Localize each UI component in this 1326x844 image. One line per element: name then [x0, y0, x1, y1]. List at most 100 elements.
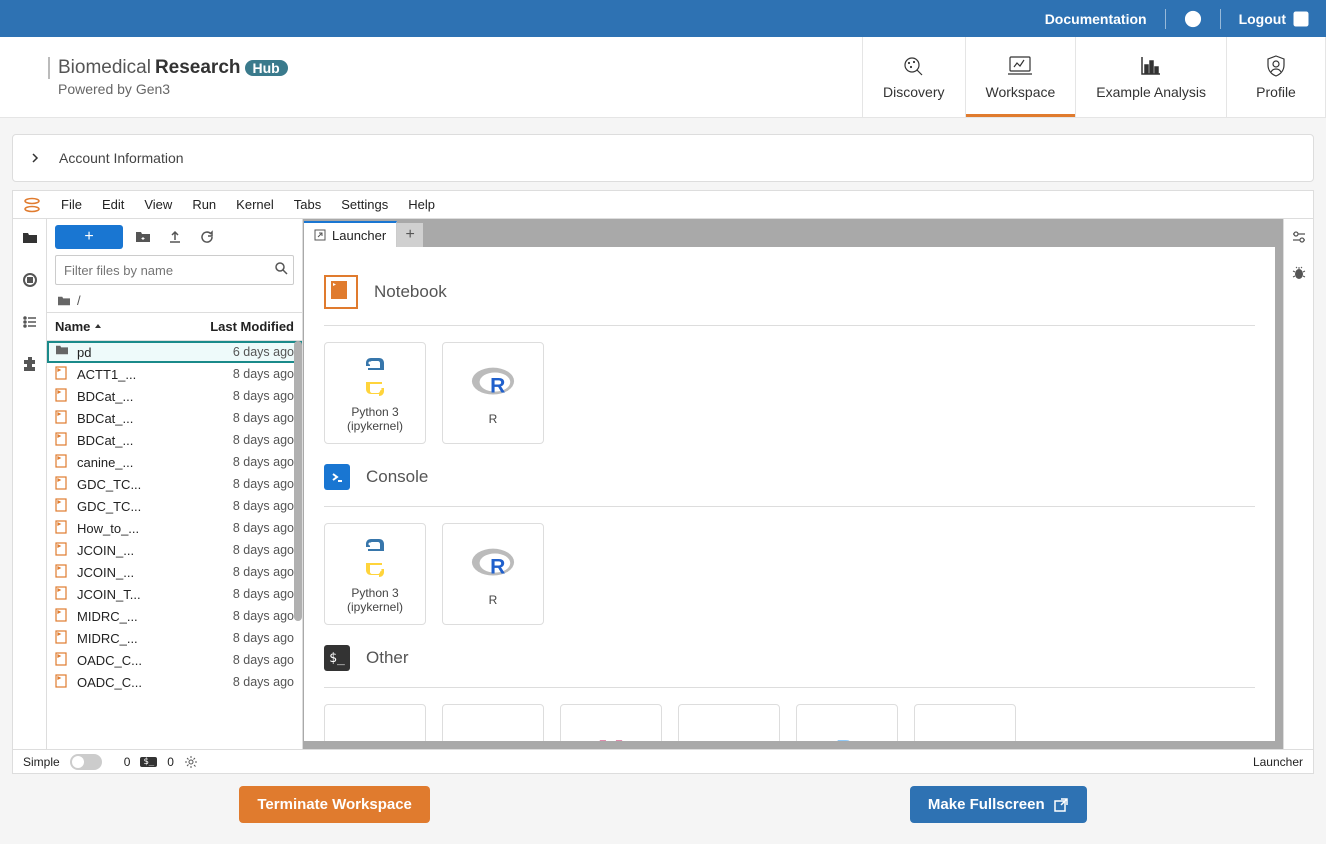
file-row[interactable]: pd6 days ago	[47, 341, 302, 363]
jupyter-menubar: File Edit View Run Kernel Tabs Settings …	[13, 191, 1313, 219]
launcher-card-other-6[interactable]	[914, 704, 1016, 741]
account-info-toggle[interactable]: Account Information	[12, 134, 1314, 182]
logout-link[interactable]: Logout	[1239, 10, 1310, 28]
file-name: GDC_TC...	[77, 477, 199, 492]
new-launcher-button[interactable]: +	[55, 225, 123, 249]
file-row[interactable]: OADC_C...8 days ago	[47, 671, 302, 693]
file-modified: 8 days ago	[199, 565, 294, 579]
file-row[interactable]: BDCat_...8 days ago	[47, 385, 302, 407]
menu-edit[interactable]: Edit	[92, 197, 134, 212]
notebook-file-icon	[55, 410, 71, 426]
property-inspector-icon[interactable]	[1291, 229, 1307, 245]
launcher-card-python-notebook[interactable]: Python 3 (ipykernel)	[324, 342, 426, 444]
tab-launcher[interactable]: Launcher	[304, 221, 397, 247]
file-row[interactable]: ACTT1_...8 days ago	[47, 363, 302, 385]
search-icon	[274, 261, 288, 275]
laptop-analytics-icon	[1006, 54, 1034, 78]
launcher-heading-label: Notebook	[374, 282, 447, 302]
file-row[interactable]: JCOIN_...8 days ago	[47, 539, 302, 561]
launcher-card-r-notebook[interactable]: R R	[442, 342, 544, 444]
terminate-workspace-button[interactable]: Terminate Workspace	[239, 786, 430, 823]
terminal-icon: $_	[324, 645, 350, 671]
upload-button[interactable]	[163, 225, 187, 249]
menu-run[interactable]: Run	[182, 197, 226, 212]
card-label: R	[489, 593, 498, 607]
bar-chart-icon	[1139, 54, 1163, 78]
col-modified-header[interactable]: Last Modified	[192, 313, 302, 340]
notebook-file-icon	[55, 520, 71, 536]
menu-file[interactable]: File	[51, 197, 92, 212]
file-row[interactable]: GDC_TC...8 days ago	[47, 495, 302, 517]
console-icon	[324, 464, 350, 490]
make-fullscreen-button[interactable]: Make Fullscreen	[910, 786, 1087, 823]
folder-icon[interactable]	[21, 229, 39, 247]
launcher-card-other-3[interactable]: M	[560, 704, 662, 741]
file-modified: 8 days ago	[199, 367, 294, 381]
user-icon[interactable]	[1184, 10, 1202, 28]
notebook-file-icon	[55, 388, 71, 404]
file-row[interactable]: MIDRC_...8 days ago	[47, 627, 302, 649]
file-name: OADC_C...	[77, 675, 199, 690]
menu-tabs[interactable]: Tabs	[284, 197, 331, 212]
fullscreen-label: Make Fullscreen	[928, 796, 1045, 813]
breadcrumb-root: /	[77, 293, 81, 308]
simple-toggle[interactable]	[70, 754, 102, 770]
toc-icon[interactable]	[21, 313, 39, 331]
menu-help[interactable]: Help	[398, 197, 445, 212]
notebook-file-icon	[55, 630, 71, 646]
notebook-icon	[324, 275, 358, 309]
file-row[interactable]: BDCat_...8 days ago	[47, 429, 302, 451]
extension-icon[interactable]	[21, 355, 39, 373]
file-modified: 8 days ago	[199, 543, 294, 557]
file-row[interactable]: canine_...8 days ago	[47, 451, 302, 473]
launcher-card-other-4[interactable]	[678, 704, 780, 741]
menu-settings[interactable]: Settings	[331, 197, 398, 212]
file-name: MIDRC_...	[77, 631, 199, 646]
add-tab-button[interactable]: +	[397, 223, 423, 247]
documentation-link[interactable]: Documentation	[1045, 11, 1147, 27]
nav-example-analysis[interactable]: Example Analysis	[1075, 37, 1226, 117]
menu-kernel[interactable]: Kernel	[226, 197, 284, 212]
chevron-right-icon	[29, 152, 41, 164]
svg-text:R: R	[490, 555, 505, 578]
file-modified: 8 days ago	[199, 411, 294, 425]
file-row[interactable]: MIDRC_...8 days ago	[47, 605, 302, 627]
nav-discovery[interactable]: Discovery	[862, 37, 964, 117]
new-folder-button[interactable]	[131, 225, 155, 249]
file-name: BDCat_...	[77, 389, 199, 404]
file-row[interactable]: JCOIN_T...8 days ago	[47, 583, 302, 605]
launcher-card-python-console[interactable]: Python 3 (ipykernel)	[324, 523, 426, 625]
file-row[interactable]: JCOIN_...8 days ago	[47, 561, 302, 583]
running-icon[interactable]	[21, 271, 39, 289]
debugger-icon[interactable]	[1291, 265, 1307, 281]
file-row[interactable]: BDCat_...8 days ago	[47, 407, 302, 429]
launcher-heading-label: Console	[366, 467, 428, 487]
python-icon	[352, 534, 398, 580]
bottom-buttons: Terminate Workspace Make Fullscreen	[12, 774, 1314, 835]
launcher-card-other-2[interactable]	[442, 704, 544, 741]
menu-view[interactable]: View	[134, 197, 182, 212]
blue-shape-icon	[706, 729, 752, 741]
file-row[interactable]: How_to_...8 days ago	[47, 517, 302, 539]
external-link-icon	[1053, 797, 1069, 813]
top-bar: Documentation Logout	[0, 0, 1326, 37]
filter-input[interactable]	[55, 255, 294, 285]
notebook-file-icon	[55, 454, 71, 470]
launcher-card-other-5[interactable]: D	[796, 704, 898, 741]
launcher-card-r-console[interactable]: R R	[442, 523, 544, 625]
scrollbar[interactable]	[294, 341, 302, 621]
settings-status-icon[interactable]	[184, 755, 198, 769]
file-row[interactable]: OADC_C...8 days ago	[47, 649, 302, 671]
file-name: BDCat_...	[77, 433, 199, 448]
launcher-card-other-1[interactable]	[324, 704, 426, 741]
file-name: pd	[77, 345, 199, 360]
col-name-header[interactable]: Name	[47, 313, 192, 340]
file-name: canine_...	[77, 455, 199, 470]
nav-workspace[interactable]: Workspace	[965, 37, 1076, 117]
file-row[interactable]: GDC_TC...8 days ago	[47, 473, 302, 495]
launch-icon	[314, 229, 326, 241]
breadcrumb[interactable]: /	[47, 289, 302, 312]
nav-profile[interactable]: Profile	[1226, 37, 1326, 117]
refresh-button[interactable]	[195, 225, 219, 249]
launcher-heading-console: Console	[324, 464, 1275, 490]
